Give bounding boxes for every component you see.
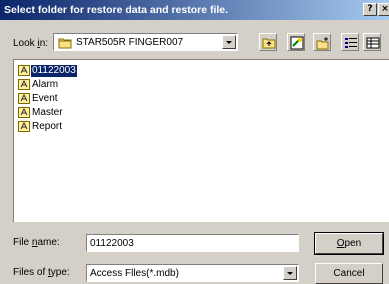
access-file-icon: [18, 79, 30, 90]
file-name: Report: [32, 121, 63, 132]
help-button[interactable]: ?: [363, 3, 377, 16]
title-bar: Select folder for restore data and resto…: [0, 0, 389, 20]
file-name-label: File name:: [13, 237, 60, 248]
folder-icon: [58, 37, 73, 52]
look-in-value: STAR505R FINGER007: [76, 37, 184, 48]
details-view-icon: [366, 37, 380, 49]
list-view-button[interactable]: [341, 33, 359, 51]
file-name: Alarm: [32, 79, 59, 90]
file-name: Event: [32, 93, 58, 104]
cancel-button[interactable]: Cancel: [315, 263, 383, 284]
new-folder-button[interactable]: [313, 33, 331, 51]
up-folder-icon: [262, 38, 276, 49]
up-folder-button[interactable]: [259, 33, 277, 51]
file-type-dropdown[interactable]: Access Flles(*.mdb): [86, 264, 299, 282]
file-type-value: Access Flles(*.mdb): [90, 268, 179, 279]
desktop-icon: [290, 36, 304, 50]
chevron-down-icon[interactable]: [283, 266, 297, 280]
new-folder-icon: [316, 37, 329, 50]
look-in-dropdown[interactable]: STAR505R FINGER007: [53, 33, 238, 51]
access-file-icon: [18, 107, 30, 118]
file-name: Master: [32, 107, 63, 118]
details-view-button[interactable]: [363, 33, 381, 51]
file-name-field[interactable]: 01122003: [86, 234, 299, 252]
desktop-button[interactable]: [287, 33, 305, 51]
look-in-label: Look in:: [13, 38, 49, 49]
file-type-label: Files of type:: [13, 267, 70, 278]
file-list[interactable]: 01122003 Alarm Event Master Report: [13, 59, 389, 222]
access-file-icon: [18, 121, 30, 132]
file-name: 01122003: [31, 65, 77, 77]
file-name-value: 01122003: [90, 238, 134, 249]
access-file-icon: [18, 93, 30, 104]
access-file-icon: [18, 65, 30, 76]
list-view-icon: [345, 38, 357, 48]
close-button[interactable]: ×: [378, 3, 389, 16]
open-button[interactable]: Open: [314, 232, 384, 255]
chevron-down-icon[interactable]: [222, 35, 236, 49]
window-title: Select folder for restore data and resto…: [4, 4, 229, 16]
